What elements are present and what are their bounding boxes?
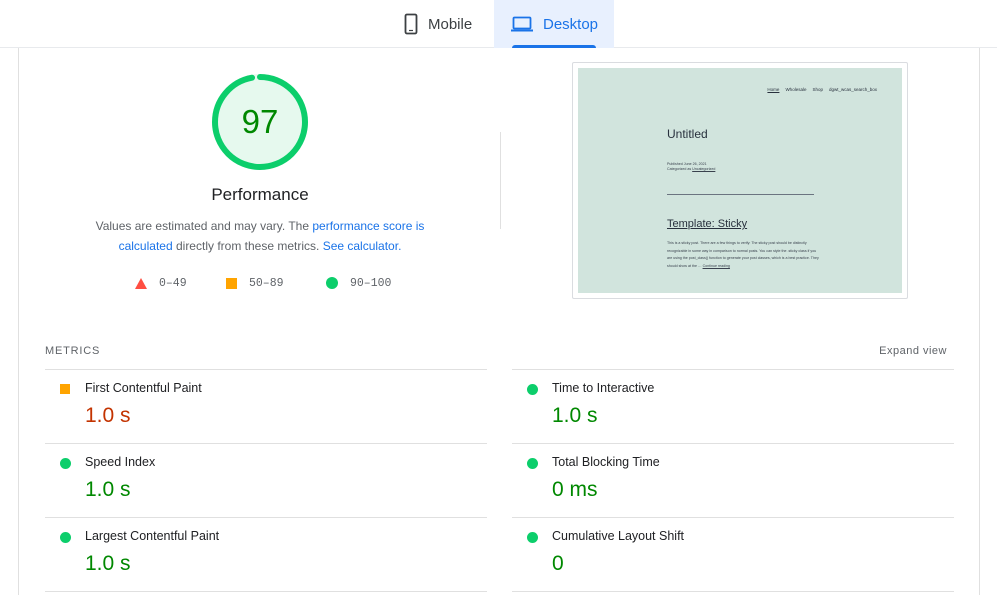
- screenshot-content: Home Wholesale Shop dgwt_wcas_search_box…: [578, 68, 902, 293]
- metric-value: 1.0 s: [85, 552, 131, 575]
- final-screenshot[interactable]: Home Wholesale Shop dgwt_wcas_search_box…: [572, 62, 908, 299]
- circle-icon: [527, 532, 538, 543]
- metric-value: 1.0 s: [552, 404, 598, 427]
- circle-icon: [326, 277, 338, 289]
- screenshot-post-title: Untitled: [667, 127, 708, 141]
- screenshot-post-meta: Published June 26, 2021 Categorized as U…: [667, 162, 715, 172]
- metrics-bottom-divider: [45, 591, 487, 592]
- metric-total-blocking-time: Total Blocking Time 0 ms: [512, 443, 954, 517]
- circle-icon: [60, 532, 71, 543]
- metric-value: 1.0 s: [85, 478, 131, 501]
- metrics-bottom-divider: [512, 591, 954, 592]
- screenshot-nav-item: Shop: [812, 87, 823, 92]
- tab-desktop[interactable]: Desktop: [494, 0, 614, 48]
- screenshot-nav-item: dgwt_wcas_search_box: [828, 87, 877, 92]
- tab-mobile[interactable]: Mobile: [395, 0, 494, 48]
- metric-largest-contentful-paint: Largest Contentful Paint 1.0 s: [45, 517, 487, 591]
- metric-cumulative-layout-shift: Cumulative Layout Shift 0: [512, 517, 954, 591]
- circle-icon: [527, 384, 538, 395]
- square-icon: [226, 277, 237, 289]
- see-calculator-link[interactable]: See calculator.: [323, 239, 402, 253]
- metric-value: 1.0 s: [85, 404, 131, 427]
- legend-fail-range: 0–49: [159, 276, 187, 290]
- screenshot-post2-body: This is a sticky post. There are a few t…: [667, 240, 819, 270]
- desc-text-1: Values are estimated and may vary. The: [95, 219, 313, 233]
- metric-label: Time to Interactive: [552, 381, 655, 395]
- metric-label: First Contentful Paint: [85, 381, 202, 395]
- screenshot-continue-link: Continue reading: [702, 263, 730, 268]
- metric-first-contentful-paint: First Contentful Paint 1.0 s: [45, 369, 487, 443]
- circle-icon: [527, 458, 538, 469]
- screenshot-nav: Home Wholesale Shop dgwt_wcas_search_box: [767, 87, 877, 92]
- tab-mobile-label: Mobile: [428, 15, 473, 33]
- metric-label: Largest Contentful Paint: [85, 529, 220, 543]
- metric-value: 0: [552, 552, 564, 575]
- screenshot-meta-line2: Categorized as Uncategorized: [667, 167, 715, 172]
- legend-pass-range: 90–100: [350, 276, 392, 290]
- metric-label: Total Blocking Time: [552, 455, 660, 469]
- legend-average: 50–89: [226, 275, 284, 291]
- screenshot-post2-text: This is a sticky post. There are a few t…: [667, 241, 819, 268]
- laptop-icon: [511, 16, 533, 32]
- screenshot-meta-prefix: Categorized as: [667, 167, 693, 171]
- performance-description: Values are estimated and may vary. The p…: [80, 216, 440, 256]
- screenshot-post2-title: Template: Sticky: [667, 218, 748, 230]
- performance-title: Performance: [211, 185, 309, 204]
- desc-text-2: directly from these metrics.: [172, 239, 323, 253]
- expand-view-button[interactable]: Expand view: [879, 345, 947, 357]
- device-tabbar: Mobile Desktop: [0, 0, 997, 48]
- legend-average-range: 50–89: [249, 276, 284, 290]
- phone-icon: [404, 13, 418, 35]
- performance-score: 97: [241, 103, 279, 140]
- metric-value: 0 ms: [552, 478, 598, 501]
- metric-label: Speed Index: [85, 455, 156, 469]
- square-icon: [60, 384, 70, 394]
- screenshot-separator: [667, 194, 814, 195]
- metric-label: Cumulative Layout Shift: [552, 529, 685, 543]
- triangle-icon: [135, 277, 147, 289]
- screenshot-nav-item: Wholesale: [785, 87, 807, 92]
- screenshot-meta-link: Uncategorized: [692, 167, 716, 171]
- section-divider: [500, 132, 501, 229]
- screenshot-nav-item: Home: [767, 87, 780, 92]
- tab-desktop-label: Desktop: [543, 15, 599, 33]
- metric-speed-index: Speed Index 1.0 s: [45, 443, 487, 517]
- legend-pass: 90–100: [326, 275, 391, 291]
- metric-time-to-interactive: Time to Interactive 1.0 s: [512, 369, 954, 443]
- metrics-heading: METRICS: [45, 345, 101, 357]
- circle-icon: [60, 458, 71, 469]
- legend-fail: 0–49: [135, 275, 187, 291]
